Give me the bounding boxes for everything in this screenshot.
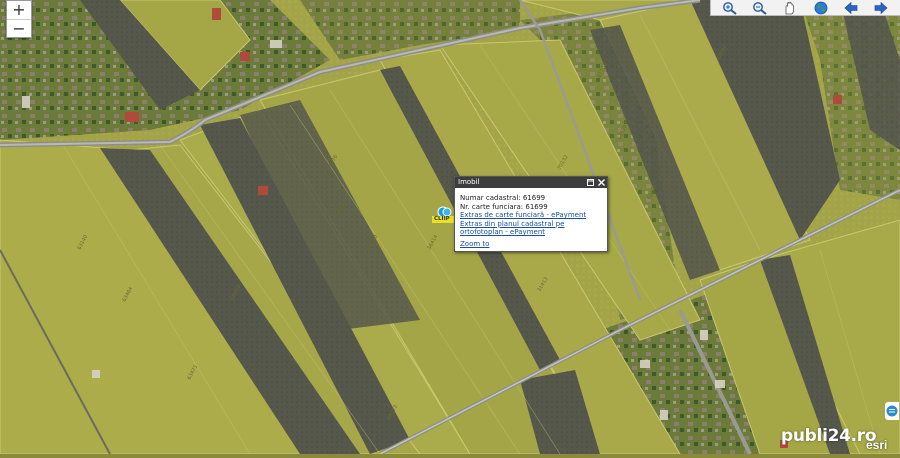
- zoom-in-magnifier-icon[interactable]: [719, 0, 741, 16]
- satellite-map[interactable]: 6346458310580306169970132364146832070176…: [0, 0, 900, 456]
- cadastral-number: Numar cadastral: 61699: [460, 194, 546, 202]
- globe-full-extent-icon[interactable]: [810, 0, 832, 16]
- close-icon[interactable]: [597, 177, 605, 188]
- chat-icon[interactable]: [885, 402, 899, 420]
- marker-label: CLIIP: [434, 216, 450, 222]
- pan-hand-icon[interactable]: [779, 0, 801, 16]
- map-toolbar: [710, 0, 900, 16]
- back-arrow-icon[interactable]: [840, 0, 862, 16]
- parcel-info-popup: Imobil Numar cadastral: 61699 Nr. carte …: [454, 176, 608, 252]
- zoom-control: + −: [6, 0, 32, 38]
- watermark: publi24.ro: [781, 426, 877, 446]
- esri-attribution: esri: [866, 438, 888, 452]
- cadastral-plan-extract-link-cont[interactable]: ortofotoplan - ePayment: [460, 228, 602, 237]
- cadastral-plan-extract-link[interactable]: Extras din planul cadastral pe: [460, 220, 602, 229]
- zoom-out-button[interactable]: −: [7, 19, 31, 37]
- zoom-in-button[interactable]: +: [7, 1, 31, 19]
- land-book-number: Nr. carte funciara: 61699: [460, 202, 548, 211]
- map-canvas[interactable]: 6346458310580306169970132364146832070176…: [0, 0, 900, 456]
- forward-arrow-icon[interactable]: [870, 0, 892, 16]
- popup-title: Imobil: [458, 178, 480, 186]
- maximize-icon[interactable]: [586, 177, 594, 188]
- zoom-to-link[interactable]: Zoom to: [460, 240, 602, 249]
- zoom-out-magnifier-icon[interactable]: [749, 0, 771, 16]
- popup-body: Numar cadastral: 61699 Nr. carte funciar…: [455, 188, 607, 248]
- popup-header: Imobil: [455, 177, 607, 188]
- land-book-extract-link[interactable]: Extras de carte funciară - ePayment: [460, 211, 602, 220]
